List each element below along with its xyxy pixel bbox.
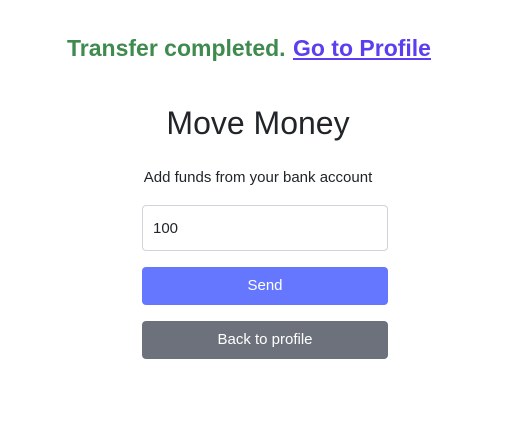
page-subtitle: Add funds from your bank account [143,169,373,186]
go-to-profile-link[interactable]: Go to Profile [293,35,431,61]
status-text: Transfer completed. [67,35,286,61]
status-message: Transfer completed. Go to Profile [67,34,431,62]
page-title: Move Money [166,105,350,141]
amount-input[interactable] [142,205,388,251]
send-button[interactable]: Send [142,267,388,305]
back-to-profile-button[interactable]: Back to profile [142,321,388,359]
